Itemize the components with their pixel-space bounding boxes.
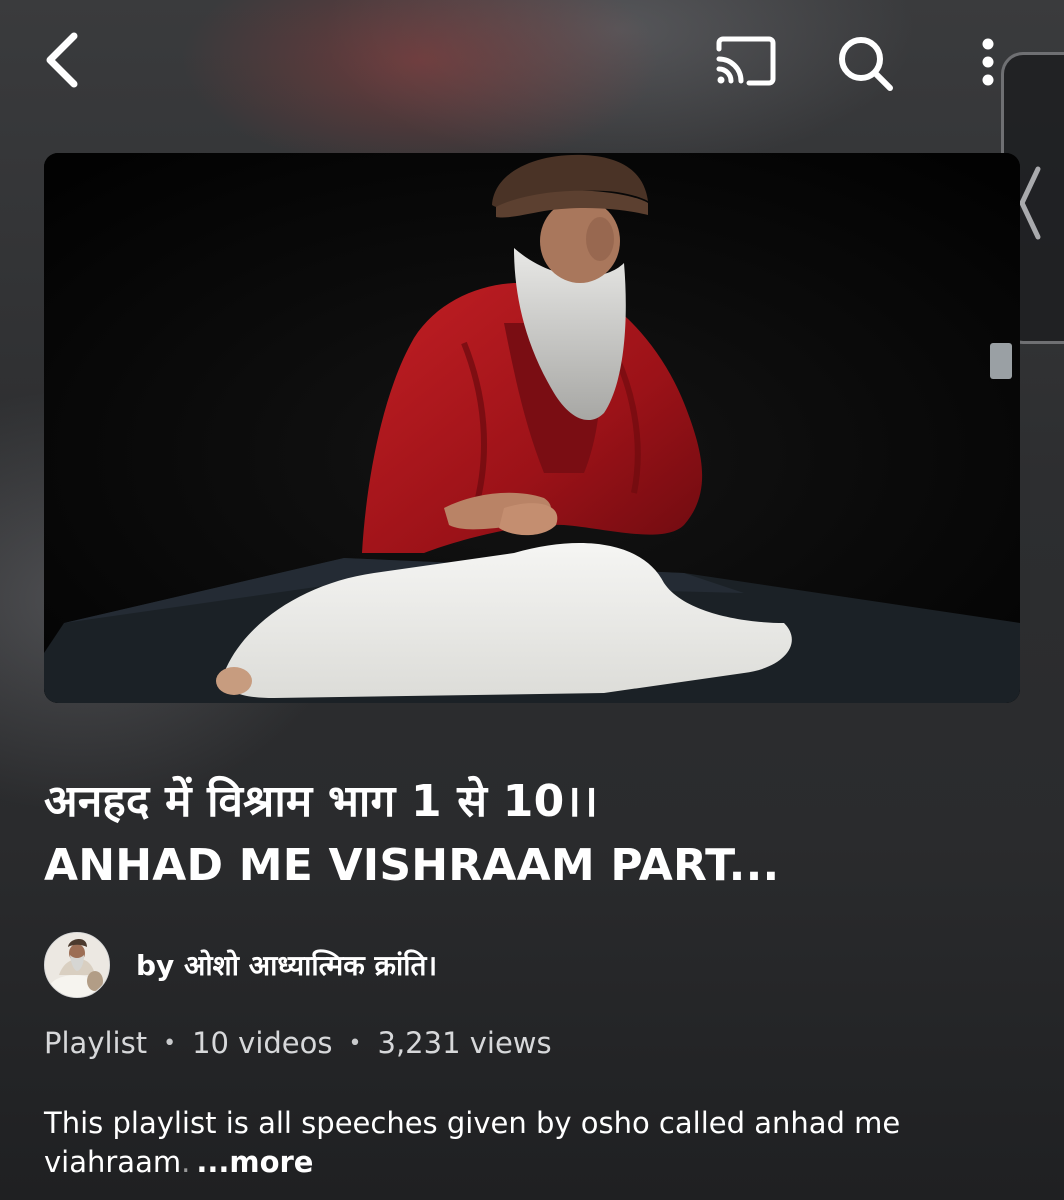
thumbnail-image: [44, 153, 1020, 703]
description-line-2: viahraam. ...more: [44, 1143, 1004, 1182]
search-icon: [839, 37, 893, 91]
avatar-image: [45, 933, 109, 997]
description-fade: .: [181, 1145, 191, 1179]
meta-type: Playlist: [44, 1026, 148, 1060]
show-more-button[interactable]: ...more: [196, 1145, 313, 1179]
more-vertical-icon: [982, 38, 994, 86]
meta-separator: •: [348, 1030, 362, 1056]
meta-view-count: 3,231 views: [377, 1026, 552, 1060]
meta-video-count: 10 videos: [192, 1026, 333, 1060]
cast-button[interactable]: [710, 30, 782, 92]
channel-name[interactable]: by ओशो आध्यात्मिक क्रांति।: [136, 946, 437, 984]
avatar[interactable]: [44, 932, 110, 998]
title-line-hindi: अनहद में विश्राम भाग 1 से 10।।: [44, 776, 599, 827]
playlist-thumbnail[interactable]: [44, 153, 1020, 703]
meta-separator: •: [163, 1030, 177, 1056]
description-line-1: This playlist is all speeches given by o…: [44, 1106, 901, 1140]
title-line-english: ANHAD ME VISHRAAM PART...: [44, 840, 780, 891]
cast-icon: [716, 36, 776, 86]
playlist-description[interactable]: This playlist is all speeches given by o…: [44, 1104, 1004, 1182]
channel-row[interactable]: by ओशो आध्यात्मिक क्रांति।: [44, 930, 437, 1000]
search-button[interactable]: [832, 30, 898, 96]
playlist-meta: Playlist • 10 videos • 3,231 views: [44, 1026, 552, 1060]
playlist-title: अनहद में विश्राम भाग 1 से 10।। ANHAD ME …: [44, 770, 1004, 898]
chevron-left-icon: [46, 32, 78, 88]
description-text: viahraam: [44, 1145, 182, 1179]
back-button[interactable]: [32, 30, 92, 90]
top-bar: [0, 0, 1064, 130]
